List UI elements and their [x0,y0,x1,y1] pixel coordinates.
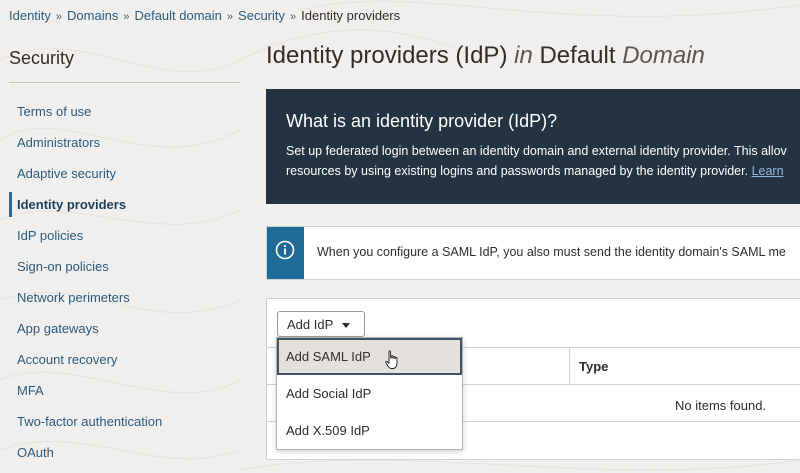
sidebar-divider [9,82,240,83]
empty-table-message: No items found. [675,398,767,413]
breadcrumb-link-identity[interactable]: Identity [9,8,51,23]
column-separator [569,348,570,384]
notice-icon-band [267,227,304,279]
sidebar-item-adaptive-security[interactable]: Adaptive security [9,158,240,189]
page-title: Identity providers (IdP) in Default Doma… [266,42,705,70]
sidebar-item-terms-of-use[interactable]: Terms of use [9,96,240,127]
breadcrumb-separator-icon: » [290,11,297,23]
sidebar-nav: Terms of use Administrators Adaptive sec… [9,96,240,468]
sidebar-item-sign-on-policies[interactable]: Sign-on policies [9,251,240,282]
learn-more-link[interactable]: Learn [752,164,784,178]
sidebar-title: Security [9,48,75,68]
sidebar-item-account-recovery[interactable]: Account recovery [9,344,240,375]
info-heading: What is an identity provider (IdP)? [286,111,558,131]
info-panel: What is an identity provider (IdP)? Set … [266,89,800,204]
sidebar-item-mfa[interactable]: MFA [9,375,240,406]
add-idp-label: Add IdP [287,317,334,332]
info-line-2: resources by using existing logins and p… [286,164,749,178]
hand-pointer-cursor-icon [385,350,398,369]
caret-down-icon [342,323,350,328]
info-line-1: Set up federated login between an identi… [286,144,787,158]
sidebar-item-identity-providers[interactable]: Identity providers [9,189,240,220]
sidebar-item-app-gateways[interactable]: App gateways [9,313,240,344]
add-idp-dropdown-menu: Add SAML IdP Add Social IdP Add X.509 Id… [276,337,463,450]
breadcrumb-separator-icon: » [226,11,234,23]
breadcrumb-separator-icon: » [55,11,63,23]
page-title-in: in [514,42,533,69]
info-icon [275,240,295,260]
breadcrumb-separator-icon: » [123,11,130,23]
menu-item-add-social-idp[interactable]: Add Social IdP [277,375,462,412]
sidebar-item-two-factor-authentication[interactable]: Two-factor authentication [9,406,240,437]
page-title-default: Default [539,42,616,69]
info-description: Set up federated login between an identi… [286,141,800,181]
breadcrumb-link-domains[interactable]: Domains [67,8,118,23]
page-title-domain: Domain [622,42,705,69]
breadcrumb-link-security[interactable]: Security [238,8,285,23]
sidebar-item-network-perimeters[interactable]: Network perimeters [9,282,240,313]
menu-item-add-x509-idp[interactable]: Add X.509 IdP [277,412,462,449]
sidebar-item-oauth[interactable]: OAuth [9,437,240,468]
add-idp-button[interactable]: Add IdP [277,311,365,337]
sidebar-item-administrators[interactable]: Administrators [9,127,240,158]
column-header-type[interactable]: Type [579,359,608,374]
saml-notice: When you configure a SAML IdP, you also … [266,226,800,280]
breadcrumb-link-default-domain[interactable]: Default domain [134,8,221,23]
breadcrumb-current: Identity providers [301,8,401,23]
page-title-main: Identity providers (IdP) [266,42,508,69]
notice-text: When you configure a SAML IdP, you also … [317,245,786,259]
sidebar-item-idp-policies[interactable]: IdP policies [9,220,240,251]
menu-item-add-saml-idp[interactable]: Add SAML IdP [277,338,462,375]
breadcrumb: Identity » Domains » Default domain » Security… [9,8,400,23]
